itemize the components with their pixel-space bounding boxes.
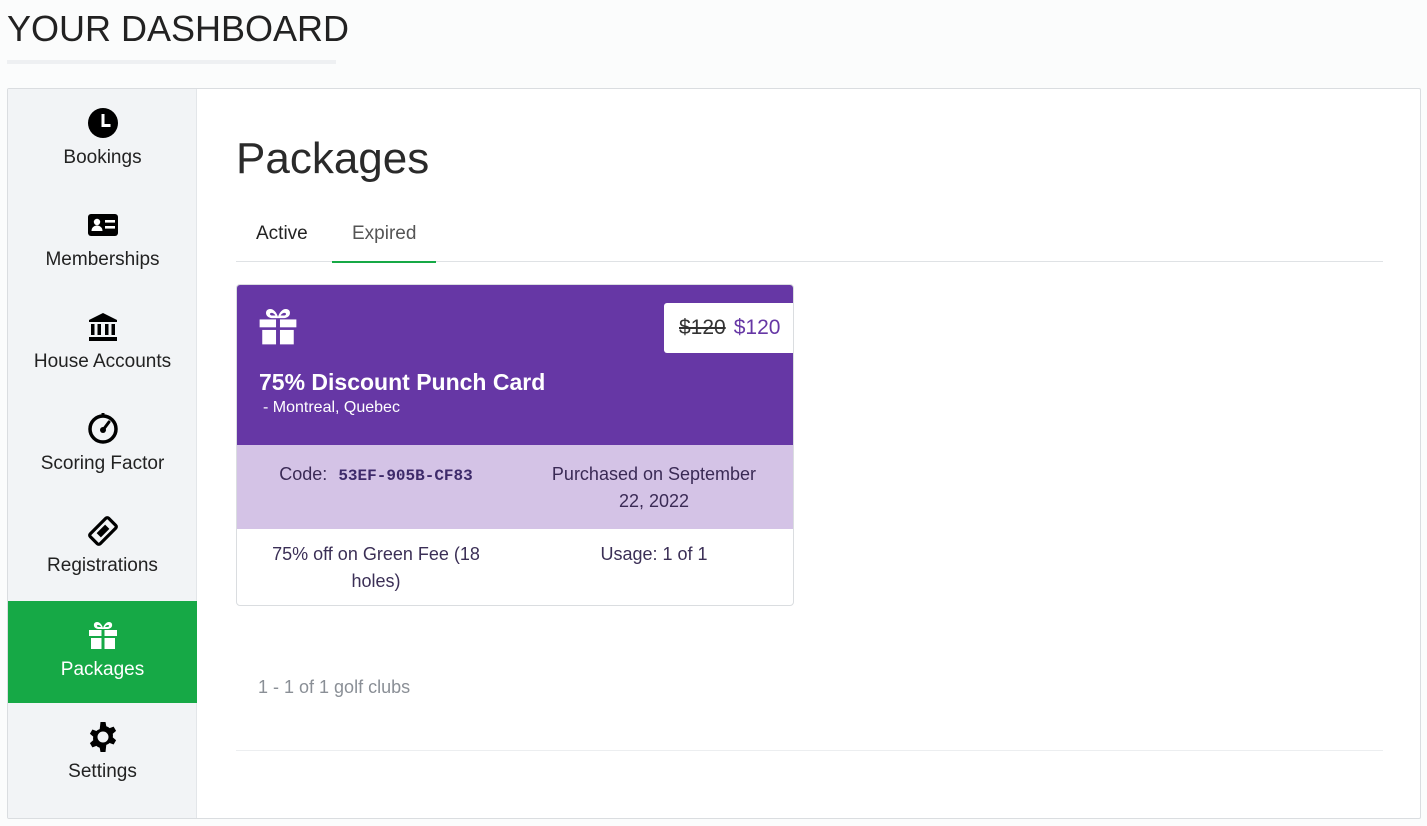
divider	[236, 750, 1383, 751]
gauge-icon	[86, 412, 120, 446]
sidebar-item-label: House Accounts	[33, 351, 172, 372]
id-card-icon	[86, 208, 120, 242]
sidebar-item-packages[interactable]: Packages	[8, 601, 197, 703]
package-location: - Montreal, Quebec	[263, 399, 400, 416]
current-price: $120	[733, 316, 781, 339]
sidebar-item-label: Scoring Factor	[40, 453, 165, 474]
sidebar-item-house-accounts[interactable]: House Accounts	[8, 293, 197, 395]
clock-icon	[86, 106, 120, 140]
sidebar-item-memberships[interactable]: Memberships	[8, 191, 197, 293]
package-title: 75% Discount Punch Card	[259, 369, 546, 395]
tab-expired[interactable]: Expired	[332, 209, 437, 263]
sidebar-item-settings[interactable]: Settings	[8, 703, 197, 805]
package-card-header: $120 $120 75% Discount Punch Card - Mont…	[237, 285, 793, 445]
page-header: YOUR DASHBOARD	[7, 0, 349, 64]
gift-icon	[257, 305, 299, 347]
gear-icon	[86, 720, 120, 754]
gift-icon	[86, 618, 120, 652]
sidebar-item-label: Bookings	[63, 147, 142, 168]
original-price: $120	[679, 316, 726, 339]
sidebar-item-scoring-factor[interactable]: Scoring Factor	[8, 395, 197, 497]
code-label: Code:	[279, 464, 328, 484]
package-details: 75% off on Green Fee (18 holes) Usage: 1…	[237, 529, 793, 605]
page-title: Packages	[236, 134, 430, 183]
title-underline	[7, 60, 336, 64]
pagination-summary: 1 - 1 of 1 golf clubs	[258, 677, 411, 697]
dashboard-panel: Bookings Memberships House Accounts Scor…	[7, 88, 1421, 819]
bank-icon	[86, 310, 120, 344]
package-description: 75% off on Green Fee (18 holes)	[272, 544, 480, 591]
purchase-date: Purchased on September 22, 2022	[551, 464, 757, 511]
sidebar: Bookings Memberships House Accounts Scor…	[8, 89, 197, 818]
main-content: Packages Active Expired $120 $120 75% Di…	[236, 89, 1420, 818]
package-tabs: Active Expired	[236, 209, 1383, 263]
sidebar-item-label: Packages	[60, 659, 145, 680]
sidebar-item-label: Settings	[68, 761, 137, 782]
dashboard-title: YOUR DASHBOARD	[7, 8, 350, 49]
sidebar-item-bookings[interactable]: Bookings	[8, 89, 197, 191]
price-badge: $120 $120	[664, 303, 793, 353]
sidebar-item-registrations[interactable]: Registrations	[8, 497, 197, 599]
tab-active[interactable]: Active	[236, 209, 328, 262]
code-value: 53EF-905B-CF83	[338, 467, 473, 485]
sidebar-item-label: Registrations	[47, 555, 158, 576]
package-card[interactable]: $120 $120 75% Discount Punch Card - Mont…	[236, 284, 794, 606]
ticket-icon	[86, 514, 120, 548]
package-meta: Code: 53EF-905B-CF83 Purchased on Septem…	[237, 445, 793, 529]
package-code: Code: 53EF-905B-CF83	[237, 461, 515, 490]
sidebar-item-label: Memberships	[45, 249, 160, 270]
package-usage: Usage: 1 of 1	[600, 544, 708, 564]
